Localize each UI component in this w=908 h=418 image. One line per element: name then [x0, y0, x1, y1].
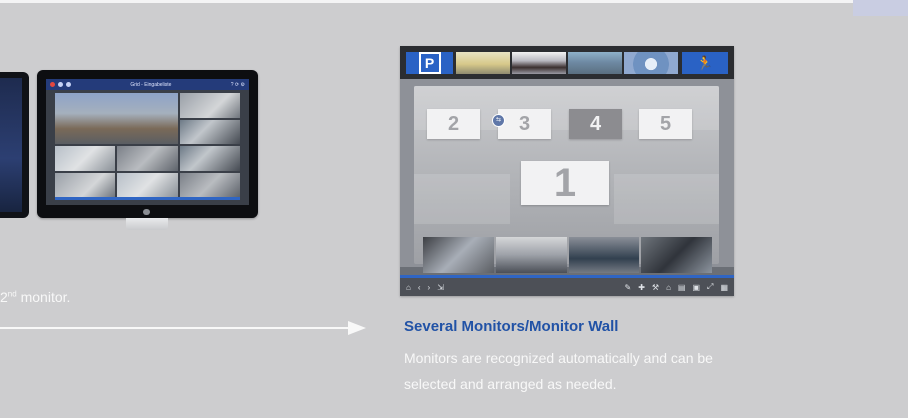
monitor-3-button[interactable]: 3: [498, 109, 551, 139]
secondary-monitor-screen: [0, 78, 22, 212]
ghost-cell: [614, 174, 719, 224]
tools-icon[interactable]: ⚒: [652, 283, 659, 292]
add-icon[interactable]: ✚: [638, 283, 645, 292]
corner-tab[interactable]: [853, 0, 908, 16]
monitor-4-button[interactable]: 4: [569, 109, 622, 139]
camera-view: [117, 172, 178, 197]
camera-view: [179, 146, 240, 171]
left-caption: 2nd monitor.: [0, 289, 70, 305]
camera-thumbnail[interactable]: [423, 237, 494, 273]
arrow-line: [0, 327, 352, 329]
camera-view: [179, 119, 240, 144]
view-dot-icon: [66, 82, 71, 87]
camera-grid: [55, 93, 240, 199]
camera-tile-bar: P 🏃: [400, 46, 734, 79]
top-border: [0, 0, 908, 3]
camera-view: [179, 172, 240, 197]
camera-view: [55, 146, 116, 171]
secondary-monitor: [0, 72, 29, 218]
parking-camera-tile[interactable]: P: [406, 52, 453, 74]
parking-icon: P: [418, 52, 441, 74]
arrow-right-icon: [348, 321, 366, 335]
app-title-bar: Grid - Eingabeliste ? ⟳ ⚙: [46, 79, 249, 90]
list-icon[interactable]: ▤: [678, 283, 686, 292]
camera-dot-icon: [58, 82, 63, 87]
camera-thumbnail-strip: [423, 237, 712, 273]
caption-ordinal: nd: [7, 289, 17, 299]
running-person-icon: 🏃: [696, 54, 714, 71]
swap-badge-icon[interactable]: ⇆: [492, 114, 505, 127]
house-icon[interactable]: ⌂: [666, 283, 671, 292]
camera-thumbnail[interactable]: [641, 237, 712, 273]
feature-description: Monitors are recognized automatically an…: [404, 350, 713, 392]
monitor-stand: [126, 218, 168, 230]
bottom-toolbar: ⌂ ‹ › ⇲ ✎ ✚ ⚒ ⌂ ▤ ▣ ⤢ ▦: [400, 278, 734, 296]
forward-icon[interactable]: ›: [428, 283, 431, 292]
feature-title: Several Monitors/Monitor Wall: [404, 318, 619, 335]
monitor-wall-screenshot: P 🏃 2 3 4 5 1 ⇆ ⌂ ‹ › ⇲ ✎ ✚ ⚒ ⌂ ▤ ▣ ⤢ ▦: [400, 46, 734, 296]
fullscreen-icon[interactable]: ⤢: [707, 282, 713, 292]
emergency-exit-camera-tile[interactable]: 🏃: [682, 52, 728, 74]
camera-thumbnail[interactable]: [568, 237, 640, 273]
caption-text: monitor.: [16, 289, 71, 305]
primary-monitor-screen: Grid - Eingabeliste ? ⟳ ⚙: [46, 79, 249, 205]
conference-camera-tile[interactable]: [512, 52, 566, 74]
home-icon[interactable]: ⌂: [406, 283, 411, 292]
monitor-5-button[interactable]: 5: [639, 109, 692, 139]
app-status-icons: ? ⟳ ⚙: [230, 81, 245, 88]
monitor-2-button[interactable]: 2: [427, 109, 480, 139]
camera-view: [179, 93, 240, 118]
close-dot-icon: [50, 82, 55, 87]
apple-logo-icon: [143, 209, 150, 215]
expand-icon[interactable]: ⇲: [437, 283, 444, 292]
yard-camera-tile[interactable]: [568, 52, 622, 74]
app-status-strip: [55, 197, 240, 200]
camera-thumbnail[interactable]: [495, 237, 567, 273]
camera-view: [117, 146, 178, 171]
window-controls: [50, 82, 71, 87]
dome-camera-tile[interactable]: [624, 52, 678, 74]
layout-icon[interactable]: ▣: [692, 283, 700, 292]
primary-monitor: Grid - Eingabeliste ? ⟳ ⚙: [37, 70, 258, 218]
building-camera-tile[interactable]: [456, 52, 510, 74]
caption-number: 2: [0, 289, 8, 305]
back-icon[interactable]: ‹: [418, 283, 421, 292]
camera-view-main: [55, 93, 178, 144]
app-title: Grid - Eingabeliste: [130, 81, 172, 88]
ghost-cell: [414, 174, 510, 224]
monitor-1-button[interactable]: 1: [521, 161, 609, 205]
camera-view: [55, 172, 116, 197]
grid-icon[interactable]: ▦: [720, 283, 728, 292]
edit-icon[interactable]: ✎: [624, 283, 631, 292]
